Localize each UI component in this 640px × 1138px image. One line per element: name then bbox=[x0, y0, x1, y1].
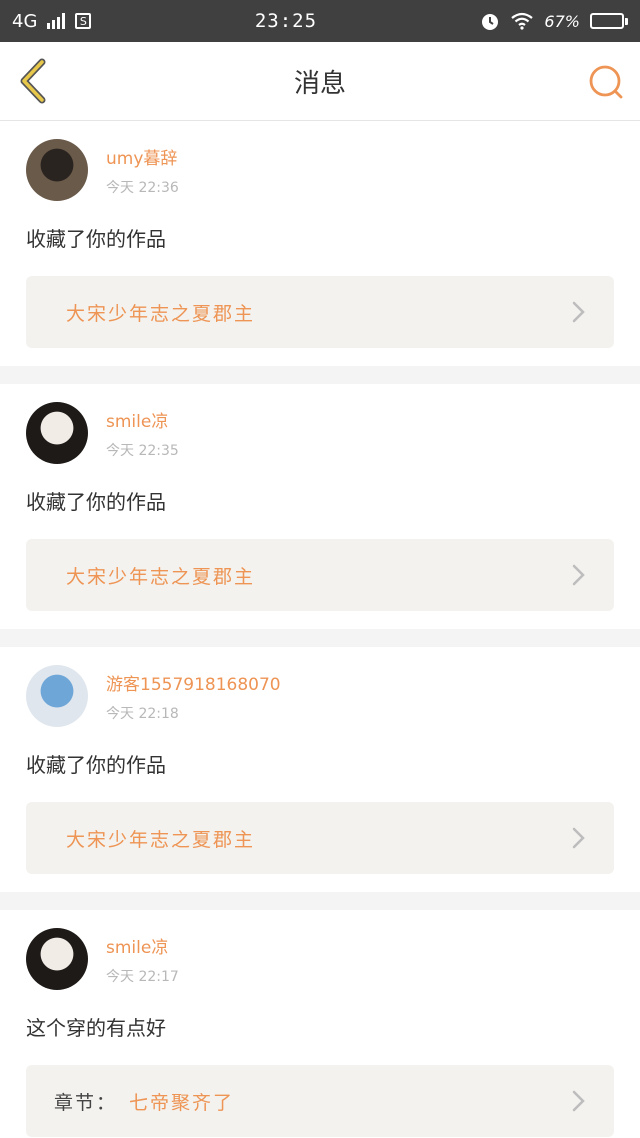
nav-bar: 消息 bbox=[0, 42, 640, 121]
work-link[interactable]: 大宋少年志之夏郡主 bbox=[26, 802, 614, 874]
battery-icon bbox=[589, 13, 628, 29]
message-list: umy暮辞 今天 22:36 收藏了你的作品 大宋少年志之夏郡主 smile凉 … bbox=[0, 121, 640, 1138]
chapter-link[interactable]: 章节： 七帝聚齐了 bbox=[26, 1065, 614, 1137]
work-link[interactable]: 大宋少年志之夏郡主 bbox=[26, 539, 614, 611]
avatar[interactable] bbox=[26, 139, 88, 201]
work-title: 大宋少年志之夏郡主 bbox=[66, 302, 256, 325]
avatar[interactable] bbox=[26, 665, 88, 727]
alarm-icon bbox=[482, 14, 499, 30]
work-link[interactable]: 大宋少年志之夏郡主 bbox=[26, 276, 614, 348]
action-text: 收藏了你的作品 bbox=[26, 490, 166, 514]
message-item: umy暮辞 今天 22:36 收藏了你的作品 大宋少年志之夏郡主 bbox=[0, 121, 640, 366]
chapter-title: 七帝聚齐了 bbox=[129, 1091, 235, 1114]
chevron-right-icon bbox=[572, 564, 585, 586]
wifi-icon bbox=[511, 12, 534, 30]
back-icon[interactable] bbox=[14, 58, 54, 104]
battery-percent: 67% bbox=[544, 11, 580, 31]
timestamp: 今天 22:17 bbox=[106, 968, 179, 985]
action-text: 收藏了你的作品 bbox=[26, 753, 166, 777]
message-item: 游客1557918168070 今天 22:18 收藏了你的作品 大宋少年志之夏… bbox=[0, 647, 640, 892]
work-title: 大宋少年志之夏郡主 bbox=[66, 565, 256, 588]
search-icon[interactable] bbox=[586, 62, 626, 102]
work-title: 大宋少年志之夏郡主 bbox=[66, 828, 256, 851]
timestamp: 今天 22:36 bbox=[106, 179, 179, 196]
chevron-right-icon bbox=[572, 827, 585, 849]
chevron-right-icon bbox=[572, 301, 585, 323]
avatar[interactable] bbox=[26, 402, 88, 464]
chevron-right-icon bbox=[572, 1090, 585, 1112]
username[interactable]: 游客1557918168070 bbox=[106, 670, 281, 695]
page-title: 消息 bbox=[293, 68, 346, 99]
message-item: smile凉 今天 22:17 这个穿的有点好 章节： 七帝聚齐了 bbox=[0, 910, 640, 1138]
username[interactable]: smile凉 bbox=[106, 407, 179, 432]
status-bar: 4G S 23:25 67% bbox=[0, 0, 640, 42]
timestamp: 今天 22:35 bbox=[106, 442, 179, 459]
action-text: 这个穿的有点好 bbox=[26, 1016, 166, 1040]
ref-prefix: 章节： bbox=[54, 1091, 118, 1114]
sim-s-icon: S bbox=[75, 13, 92, 29]
avatar[interactable] bbox=[26, 928, 88, 990]
signal-icon bbox=[47, 13, 66, 29]
timestamp: 今天 22:18 bbox=[106, 705, 179, 722]
network-label: 4G bbox=[12, 10, 38, 32]
username[interactable]: smile凉 bbox=[106, 933, 179, 958]
action-text: 收藏了你的作品 bbox=[26, 227, 166, 251]
clock: 23:25 bbox=[254, 10, 318, 32]
message-item: smile凉 今天 22:35 收藏了你的作品 大宋少年志之夏郡主 bbox=[0, 384, 640, 629]
username[interactable]: umy暮辞 bbox=[106, 144, 179, 169]
